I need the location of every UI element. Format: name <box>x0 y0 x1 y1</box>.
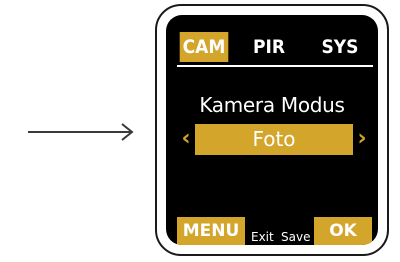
save-label: Save <box>281 230 311 244</box>
chevron-left-icon[interactable]: ‹ <box>179 125 193 153</box>
menu-button[interactable]: MENU <box>177 217 245 245</box>
right-arrow-icon <box>28 123 134 141</box>
menu-tabs: CAM PIR SYS <box>177 32 373 62</box>
chevron-right-icon[interactable]: › <box>355 125 369 153</box>
ok-button[interactable]: OK <box>314 217 372 245</box>
tab-sys[interactable]: SYS <box>310 32 369 62</box>
tab-pir[interactable]: PIR <box>242 32 296 62</box>
device-frame: CAM PIR SYS Kamera Modus ‹ Foto › MENU E… <box>155 4 389 256</box>
tab-divider <box>177 65 373 67</box>
tab-cam[interactable]: CAM <box>179 32 229 62</box>
setting-title: Kamera Modus <box>199 93 345 117</box>
device-screen: CAM PIR SYS Kamera Modus ‹ Foto › MENU E… <box>166 15 378 245</box>
diagram-stage: CAM PIR SYS Kamera Modus ‹ Foto › MENU E… <box>0 0 400 262</box>
exit-label: Exit <box>251 230 274 244</box>
setting-value[interactable]: Foto <box>195 124 353 155</box>
